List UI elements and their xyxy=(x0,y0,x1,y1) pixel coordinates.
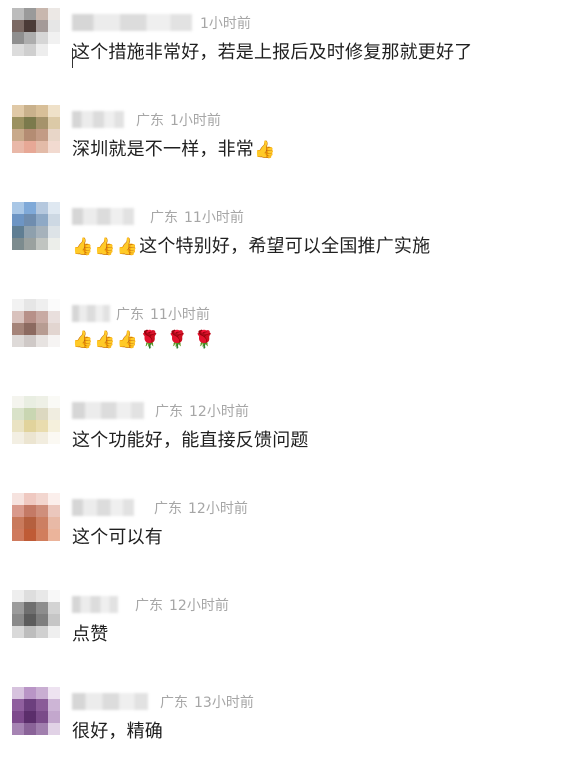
avatar[interactable] xyxy=(12,8,60,56)
comment-text: 这个措施非常好，若是上报后及时修复那就更好了 xyxy=(72,38,472,64)
comment-location: 广东 xyxy=(155,404,183,420)
comment-location: 广东 xyxy=(116,307,144,323)
avatar[interactable] xyxy=(12,493,60,541)
comment-time: 11小时前 xyxy=(150,307,210,323)
comment-body: 这个特别好，希望可以全国推广实施 xyxy=(139,236,431,257)
comment-time: 12小时前 xyxy=(169,598,229,614)
rose-emoji-icon: 🌹 xyxy=(139,330,161,350)
username-blurred[interactable] xyxy=(72,111,124,128)
thumbs-up-emoji-icon: 👍 xyxy=(94,237,116,257)
comment-item: 广东 12小时前点赞 xyxy=(0,582,567,679)
comment-item: 广东 11小时前 👍👍👍这个特别好，希望可以全国推广实施 xyxy=(0,194,567,291)
comment-text: 这个功能好，能直接反馈问题 xyxy=(72,426,309,452)
username-blurred[interactable] xyxy=(72,596,118,613)
thumbs-up-emoji-icon: 👍 xyxy=(116,237,139,257)
thumbs-up-emoji-icon: 👍 xyxy=(116,330,139,350)
comment-item: 广东 13小时前很好，精确 xyxy=(0,679,567,776)
comment-location: 广东 xyxy=(150,210,178,226)
comment-text: 点赞 xyxy=(72,620,108,646)
comment-body: 点赞 xyxy=(72,624,109,645)
comment-meta: 广东 12小时前 xyxy=(154,498,248,518)
comment-time: 12小时前 xyxy=(188,501,248,517)
username-blurred[interactable] xyxy=(72,208,134,225)
comment-meta: 广东 11小时前 xyxy=(116,304,210,324)
comment-time: 12小时前 xyxy=(189,404,249,420)
comment-meta: 1小时前 xyxy=(200,13,251,33)
comment-body: 这个措施非常好，若是上报后及时修复那就更好了 xyxy=(72,42,473,63)
rose-emoji-icon: 🌹 xyxy=(193,330,216,350)
comment-meta: 广东 1小时前 xyxy=(136,110,221,130)
comment-body: 深圳就是不一样，非常 xyxy=(72,139,254,160)
thumbs-up-emoji-icon: 👍 xyxy=(72,330,94,350)
rose-emoji-icon: 🌹 xyxy=(166,330,188,350)
comment-time: 1小时前 xyxy=(170,113,221,129)
comment-item: 广东 12小时前这个功能好，能直接反馈问题 xyxy=(0,388,567,485)
comment-text: 这个可以有 xyxy=(72,523,163,549)
username-blurred[interactable] xyxy=(72,499,134,516)
text-cursor xyxy=(72,48,73,68)
username-blurred[interactable] xyxy=(72,14,192,31)
comment-text: 深圳就是不一样，非常👍 xyxy=(72,135,276,161)
thumbs-up-emoji-icon: 👍 xyxy=(72,237,94,257)
comment-body: 很好，精确 xyxy=(72,721,163,742)
avatar[interactable] xyxy=(12,299,60,347)
username-blurred[interactable] xyxy=(72,693,148,710)
comment-meta: 广东 11小时前 xyxy=(150,207,244,227)
username-blurred[interactable] xyxy=(72,305,110,322)
avatar[interactable] xyxy=(12,105,60,153)
comment-meta: 广东 13小时前 xyxy=(160,692,254,712)
thumbs-up-emoji-icon: 👍 xyxy=(254,140,276,160)
thumbs-up-emoji-icon: 👍 xyxy=(94,330,116,350)
comment-location: 广东 xyxy=(136,113,164,129)
comment-body: 这个可以有 xyxy=(72,527,163,548)
comment-item: 广东 11小时前 👍👍👍🌹 🌹 🌹 xyxy=(0,291,567,388)
comment-item: 广东 1小时前深圳就是不一样，非常👍 xyxy=(0,97,567,194)
comment-meta: 广东 12小时前 xyxy=(155,401,249,421)
comment-item: 1小时前这个措施非常好，若是上报后及时修复那就更好了 xyxy=(0,0,567,97)
comment-location: 广东 xyxy=(160,695,188,711)
comment-text: 👍👍👍🌹 🌹 🌹 xyxy=(72,329,221,350)
avatar[interactable] xyxy=(12,202,60,250)
comment-time: 13小时前 xyxy=(194,695,254,711)
comment-text: 👍👍👍这个特别好，希望可以全国推广实施 xyxy=(72,232,430,258)
comment-location: 广东 xyxy=(135,598,163,614)
avatar[interactable] xyxy=(12,396,60,444)
avatar[interactable] xyxy=(12,687,60,735)
username-blurred[interactable] xyxy=(72,402,144,419)
comment-time: 1小时前 xyxy=(200,16,251,32)
comment-meta: 广东 12小时前 xyxy=(135,595,229,615)
avatar[interactable] xyxy=(12,590,60,638)
comment-text: 很好，精确 xyxy=(72,717,163,743)
comment-location: 广东 xyxy=(154,501,182,517)
comment-time: 11小时前 xyxy=(184,210,244,226)
comment-item: 广东 12小时前这个可以有 xyxy=(0,485,567,582)
comment-body: 这个功能好，能直接反馈问题 xyxy=(72,430,309,451)
